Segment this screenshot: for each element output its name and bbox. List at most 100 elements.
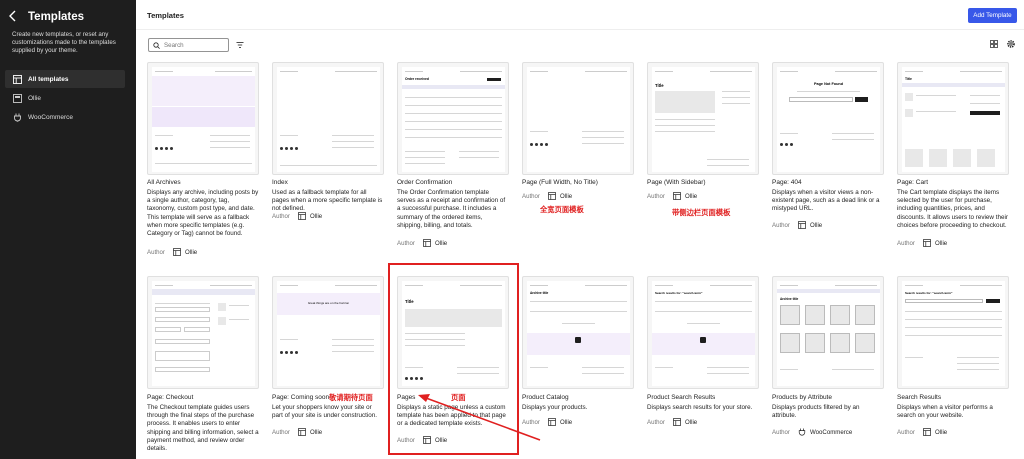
author-name: Ollie bbox=[935, 239, 948, 247]
template-name[interactable]: Search Results bbox=[897, 394, 941, 401]
template-name[interactable]: Page: Checkout bbox=[147, 394, 193, 401]
sidebar: Templates Create new templates, or reset… bbox=[0, 0, 136, 459]
template-author: Author Ollie bbox=[897, 239, 947, 247]
header: Templates Add Template bbox=[136, 0, 1024, 30]
template-name[interactable]: Product Search Results bbox=[647, 394, 715, 401]
back-arrow-icon[interactable] bbox=[8, 10, 20, 24]
sidebar-item-all-templates[interactable]: All templates bbox=[5, 70, 125, 88]
template-description: Displays any archive, including posts by… bbox=[147, 189, 259, 238]
sidebar-item-label: WooCommerce bbox=[28, 113, 74, 121]
layout-icon bbox=[298, 212, 306, 220]
template-preview[interactable]: Archive title bbox=[772, 276, 884, 389]
template-author: Author Ollie bbox=[522, 418, 572, 426]
layout-icon bbox=[423, 239, 431, 247]
search-icon bbox=[153, 41, 160, 49]
annotation-full-width: 全宽页面模板 bbox=[540, 205, 584, 214]
sidebar-item-ollie[interactable]: Ollie bbox=[5, 89, 125, 107]
annotation-with-sidebar: 带侧边栏页面模板 bbox=[672, 208, 731, 217]
thumb-heading: Order received bbox=[405, 77, 429, 81]
author-label: Author bbox=[522, 192, 540, 200]
template-description: Displays when a visitor views a non-exis… bbox=[772, 189, 880, 213]
author-name: Ollie bbox=[810, 221, 823, 229]
author-name: Ollie bbox=[935, 428, 948, 436]
search-box[interactable] bbox=[148, 38, 229, 52]
template-name[interactable]: Page (Full Width, No Title) bbox=[522, 179, 598, 186]
layout-icon bbox=[173, 248, 181, 256]
template-preview[interactable]: Page Not Found bbox=[772, 62, 884, 175]
plugin-icon bbox=[798, 428, 806, 436]
template-name[interactable]: Page: 404 bbox=[772, 179, 802, 186]
template-preview[interactable] bbox=[272, 62, 384, 175]
layout-icon bbox=[923, 239, 931, 247]
sidebar-nav: All templates Ollie WooCommerce bbox=[5, 70, 125, 127]
template-preview[interactable]: Search results for: "search-term" bbox=[647, 276, 759, 389]
thumb-heading: Title bbox=[905, 77, 912, 81]
template-preview[interactable] bbox=[147, 276, 259, 389]
author-name: Ollie bbox=[435, 239, 448, 247]
author-name: WooCommerce bbox=[810, 428, 853, 436]
template-author: Author Ollie bbox=[897, 428, 947, 436]
page-title: Templates bbox=[147, 11, 184, 20]
sidebar-title: Templates bbox=[28, 11, 85, 23]
template-name[interactable]: Page: Coming soon bbox=[272, 394, 329, 401]
thumb-heading: Great things are on the horizon bbox=[307, 301, 350, 305]
template-description: Displays when a visitor performs a searc… bbox=[897, 404, 993, 420]
layout-icon bbox=[548, 418, 556, 426]
search-input[interactable] bbox=[164, 41, 224, 49]
author-name: Ollie bbox=[560, 192, 573, 200]
template-description: Let your shoppers know your site or part… bbox=[272, 404, 377, 420]
template-author: Author Ollie bbox=[147, 248, 197, 256]
template-author: Author WooCommerce bbox=[772, 428, 852, 436]
template-description: The Order Confirmation template serves a… bbox=[397, 189, 506, 229]
annotation-coming-soon: 敬请期待页面 bbox=[329, 393, 373, 402]
template-preview[interactable]: Great things are on the horizon bbox=[272, 276, 384, 389]
grid-view-icon[interactable] bbox=[990, 40, 998, 48]
template-preview[interactable] bbox=[522, 62, 634, 175]
template-name[interactable]: Page: Cart bbox=[897, 179, 928, 186]
sidebar-item-woocommerce[interactable]: WooCommerce bbox=[5, 108, 125, 126]
template-preview[interactable] bbox=[147, 62, 259, 175]
thumb-heading: Search results for: "search-term" bbox=[905, 291, 953, 295]
layout-icon bbox=[923, 428, 931, 436]
template-name[interactable]: Page (With Sidebar) bbox=[647, 179, 706, 186]
thumb-heading: Search results for: "search-term" bbox=[655, 291, 703, 295]
author-label: Author bbox=[397, 239, 415, 247]
template-author: Author Ollie bbox=[397, 239, 447, 247]
template-author: Author Ollie bbox=[272, 212, 322, 220]
author-label: Author bbox=[522, 418, 540, 426]
sidebar-item-label: Ollie bbox=[28, 94, 42, 102]
template-name[interactable]: All Archives bbox=[147, 179, 181, 186]
highlight-box bbox=[388, 263, 519, 455]
template-preview[interactable]: Order received bbox=[397, 62, 509, 175]
add-template-button[interactable]: Add Template bbox=[968, 8, 1017, 23]
layout-icon bbox=[798, 221, 806, 229]
template-preview[interactable]: Search results for: "search-term" bbox=[897, 276, 1009, 389]
template-description: Used as a fallback template for all page… bbox=[272, 189, 383, 213]
template-description: The Checkout template guides users throu… bbox=[147, 404, 259, 453]
author-label: Author bbox=[897, 239, 915, 247]
theme-icon bbox=[13, 93, 22, 103]
author-label: Author bbox=[897, 428, 915, 436]
template-description: Displays products filtered by an attribu… bbox=[772, 404, 860, 420]
template-name[interactable]: Product Catalog bbox=[522, 394, 569, 401]
author-name: Ollie bbox=[560, 418, 573, 426]
author-label: Author bbox=[272, 428, 290, 436]
filter-icon[interactable] bbox=[236, 41, 244, 49]
thumb-heading: Archive title bbox=[780, 297, 799, 301]
layout-icon bbox=[673, 192, 681, 200]
template-preview[interactable]: Title bbox=[897, 62, 1009, 175]
sidebar-header: Templates bbox=[8, 10, 84, 24]
author-name: Ollie bbox=[310, 428, 323, 436]
template-name[interactable]: Products by Attribute bbox=[772, 394, 832, 401]
template-name[interactable]: Index bbox=[272, 179, 288, 186]
template-name[interactable]: Order Confirmation bbox=[397, 179, 452, 186]
template-author: Author Ollie bbox=[522, 192, 572, 200]
template-preview[interactable]: Archive title bbox=[522, 276, 634, 389]
thumb-heading: Page Not Found bbox=[813, 82, 844, 86]
plugin-icon bbox=[13, 113, 22, 122]
author-label: Author bbox=[147, 248, 165, 256]
gear-icon[interactable] bbox=[1006, 39, 1016, 49]
template-preview[interactable]: Title bbox=[647, 62, 759, 175]
author-name: Ollie bbox=[310, 212, 323, 220]
thumb-heading: Title bbox=[655, 83, 664, 88]
